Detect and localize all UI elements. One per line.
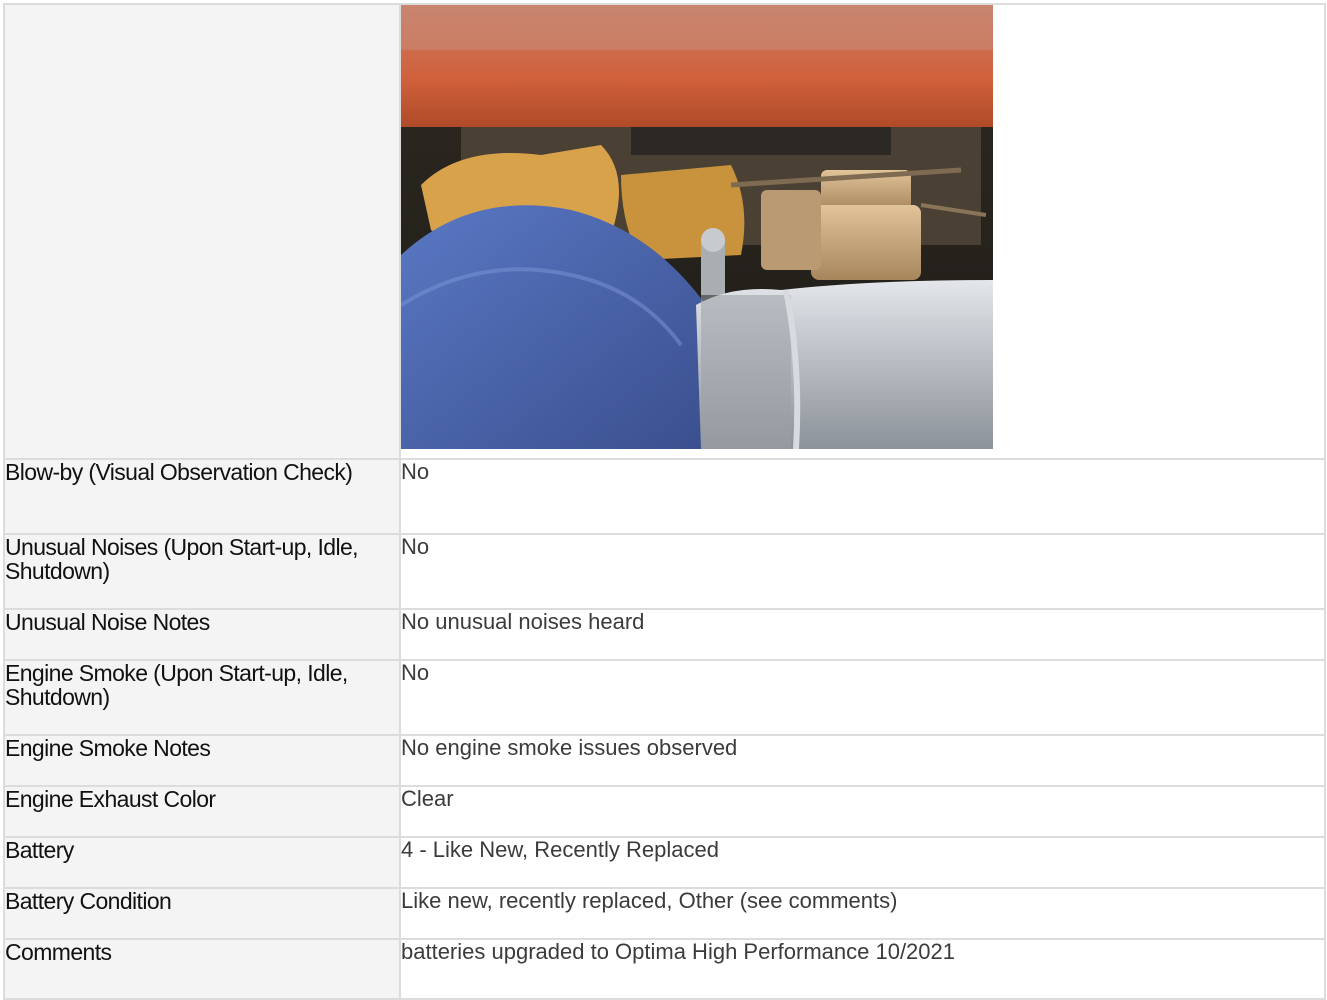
row-label: Engine Exhaust Color [3,785,401,838]
row-label: Battery [3,836,401,889]
row-value: No unusual noises heard [399,608,1326,661]
row-label: Battery Condition [3,887,401,940]
row-value: No engine smoke issues observed [399,734,1326,787]
table-row: Comments batteries upgraded to Optima Hi… [3,938,1326,1000]
table-row: Battery 4 - Like New, Recently Replaced [3,836,1326,889]
row-value: No [399,458,1326,535]
row-label: Engine Smoke (Upon Start-up, Idle, Shutd… [3,659,401,736]
row-value: 4 - Like New, Recently Replaced [399,836,1326,889]
table-row: Unusual Noise Notes No unusual noises he… [3,608,1326,661]
row-label: Unusual Noise Notes [3,608,401,661]
photo-cell [399,3,1326,460]
table-row: Engine Smoke (Upon Start-up, Idle, Shutd… [3,659,1326,736]
row-value: No [399,659,1326,736]
photo-row [3,3,1326,460]
table-row: Engine Smoke Notes No engine smoke issue… [3,734,1326,787]
row-label: Blow-by (Visual Observation Check) [3,458,401,535]
row-value: Like new, recently replaced, Other (see … [399,887,1326,940]
table-row: Unusual Noises (Upon Start-up, Idle, Shu… [3,533,1326,610]
table-row: Blow-by (Visual Observation Check) No [3,458,1326,535]
table-row: Battery Condition Like new, recently rep… [3,887,1326,940]
row-label: Unusual Noises (Upon Start-up, Idle, Shu… [3,533,401,610]
photo-label-cell [3,3,401,460]
table-row: Engine Exhaust Color Clear [3,785,1326,838]
row-value: Clear [399,785,1326,838]
row-label: Engine Smoke Notes [3,734,401,787]
row-label: Comments [3,938,401,1000]
inspection-table: Blow-by (Visual Observation Check) No Un… [3,3,1326,1000]
row-value: batteries upgraded to Optima High Perfor… [399,938,1326,1000]
engine-compartment-photo[interactable] [401,5,993,449]
row-value: No [399,533,1326,610]
